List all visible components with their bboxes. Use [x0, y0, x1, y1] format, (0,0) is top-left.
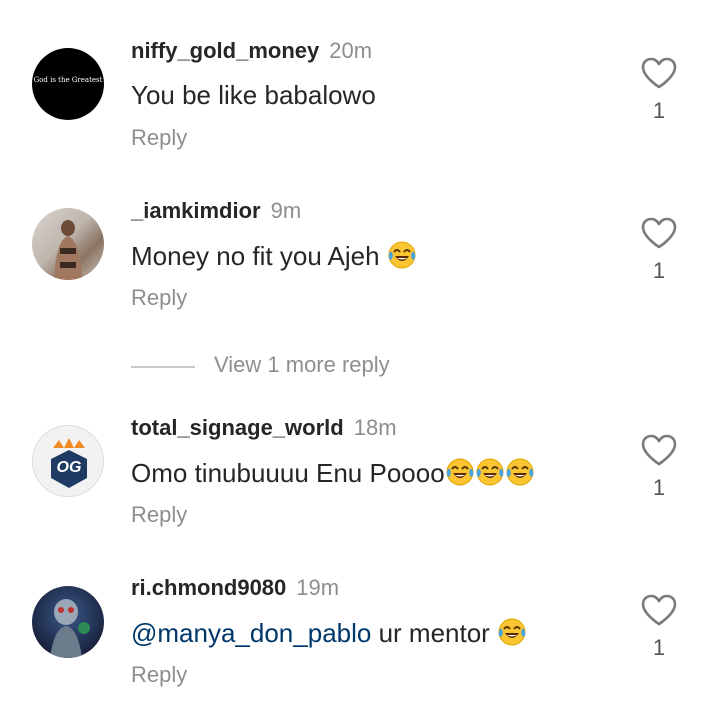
heart-outline-icon[interactable]: [640, 433, 678, 467]
face-with-tears-of-joy-emoji: [387, 240, 417, 270]
avatar-photo: [54, 220, 82, 280]
mention-link[interactable]: @manya_don_pablo: [131, 618, 371, 648]
username-text[interactable]: ri.chmond9080: [131, 575, 286, 600]
view-more-replies-label[interactable]: View 1 more reply: [214, 352, 390, 378]
face-with-tears-of-joy-emoji: [445, 457, 475, 487]
divider-line: [131, 366, 195, 368]
reply-button[interactable]: Reply: [131, 285, 187, 311]
reply-button[interactable]: Reply: [131, 502, 187, 528]
heart-outline-icon[interactable]: [640, 56, 678, 90]
comment-text-body: Money no fit you Ajeh: [131, 241, 380, 271]
comment-username[interactable]: _iamkimdior 9m: [131, 198, 301, 224]
like-count: 1: [652, 258, 666, 283]
avatar-text: God is the Greatest: [33, 76, 103, 84]
username-text[interactable]: total_signage_world: [131, 415, 344, 440]
username-text[interactable]: niffy_gold_money: [131, 38, 319, 63]
reply-button[interactable]: Reply: [131, 662, 187, 688]
reply-button[interactable]: Reply: [131, 125, 187, 151]
comment-text: Omo tinubuuuu Enu Poooo: [131, 457, 535, 489]
comment-text-body: ur mentor: [371, 618, 490, 648]
comment-username[interactable]: total_signage_world 18m: [131, 415, 397, 441]
face-with-tears-of-joy-emoji: [475, 457, 505, 487]
face-with-tears-of-joy-emoji: [505, 457, 535, 487]
like-count: 1: [652, 475, 666, 500]
avatar[interactable]: [32, 208, 104, 280]
comment-time: 20m: [329, 38, 373, 63]
like-count: 1: [652, 635, 666, 660]
comment-time: 19m: [296, 575, 340, 600]
like-count: 1: [652, 98, 666, 123]
comment-text: Money no fit you Ajeh: [131, 240, 417, 272]
comment-time: 9m: [270, 198, 302, 223]
face-with-tears-of-joy-emoji: [497, 617, 527, 647]
username-text[interactable]: _iamkimdior: [131, 198, 261, 223]
heart-outline-icon[interactable]: [640, 216, 678, 250]
comment-username[interactable]: ri.chmond9080 19m: [131, 575, 339, 601]
comment-username[interactable]: niffy_gold_money 20m: [131, 38, 372, 64]
avatar-illustration: [50, 599, 90, 658]
comment-text: You be like babalowo: [131, 80, 376, 110]
avatar[interactable]: [32, 586, 104, 658]
comment-text: @manya_don_pablo ur mentor: [131, 617, 527, 649]
view-more-replies-button[interactable]: View 1 more reply: [131, 348, 531, 388]
comment-time: 18m: [353, 415, 397, 440]
comment-text-body: Omo tinubuuuu Enu Poooo: [131, 458, 445, 488]
heart-outline-icon[interactable]: [640, 593, 678, 627]
avatar[interactable]: God is the Greatest: [32, 48, 104, 120]
avatar-text: OG: [56, 459, 82, 476]
avatar[interactable]: OG: [32, 425, 104, 497]
